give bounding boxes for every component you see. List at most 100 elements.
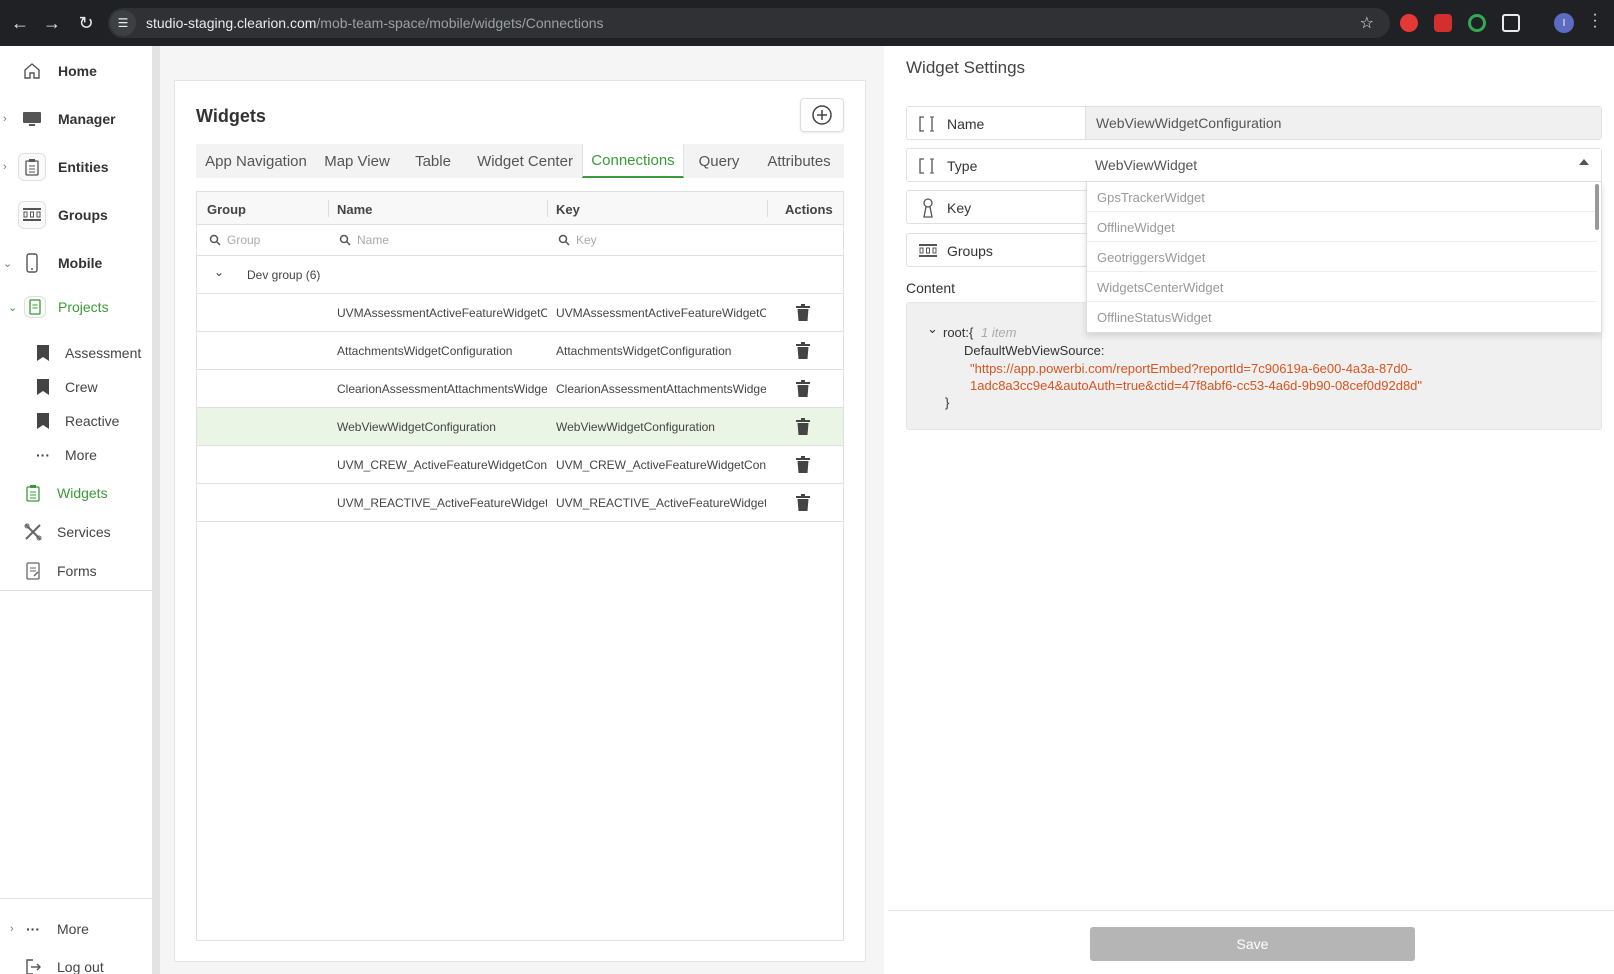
sidebar-divider bbox=[0, 898, 152, 899]
project-item-reactive[interactable]: Reactive bbox=[0, 404, 152, 438]
extension-green-icon[interactable] bbox=[1468, 14, 1486, 32]
extension-calendar-icon[interactable] bbox=[1434, 14, 1452, 32]
name-filter-input[interactable] bbox=[357, 233, 477, 247]
bookmark-star-icon[interactable]: ☆ bbox=[1360, 13, 1374, 33]
reload-icon[interactable]: ↻ bbox=[70, 7, 102, 39]
key-icon bbox=[917, 197, 939, 219]
tab-map-view[interactable]: Map View bbox=[316, 144, 398, 178]
more-dots-icon: ··· bbox=[36, 447, 50, 463]
table-filters bbox=[197, 225, 843, 256]
text-field-icon bbox=[917, 113, 939, 135]
sidebar-item-label: Entities bbox=[58, 159, 109, 175]
chevron-down-icon[interactable]: ⌄ bbox=[3, 257, 12, 270]
project-item-more[interactable]: ··· More bbox=[0, 438, 152, 472]
dropdown-option[interactable]: OfflineWidget bbox=[1087, 212, 1597, 242]
sidebar-item-label: Mobile bbox=[58, 255, 103, 271]
column-header-name[interactable]: Name bbox=[337, 202, 372, 217]
trash-icon[interactable] bbox=[795, 418, 811, 436]
extension-red-icon[interactable] bbox=[1400, 14, 1418, 32]
sidebar-item-groups[interactable]: Groups bbox=[0, 192, 152, 238]
tab-query[interactable]: Query bbox=[684, 144, 754, 178]
chevron-down-icon[interactable]: ⌄ bbox=[214, 265, 224, 279]
chevron-down-icon[interactable]: ⌄ bbox=[927, 321, 938, 337]
type-select-input[interactable] bbox=[1085, 149, 1601, 181]
trash-icon[interactable] bbox=[795, 456, 811, 474]
phone-icon bbox=[18, 249, 46, 277]
sidebar-item-forms[interactable]: Forms bbox=[0, 554, 152, 588]
trash-icon[interactable] bbox=[795, 342, 811, 360]
more-dots-icon: ··· bbox=[26, 921, 40, 937]
dropdown-scrollbar[interactable] bbox=[1595, 184, 1599, 230]
plus-circle-icon bbox=[812, 105, 832, 125]
dropdown-option[interactable]: WidgetsCenterWidget bbox=[1087, 272, 1597, 302]
extensions-puzzle-icon[interactable] bbox=[1502, 14, 1520, 32]
add-widget-button[interactable] bbox=[800, 98, 844, 132]
table-row[interactable]: UVM_CREW_ActiveFeatureWidgetConfiguratio… bbox=[197, 446, 843, 484]
sidebar-item-home[interactable]: Home bbox=[0, 48, 152, 94]
column-header-group[interactable]: Group bbox=[207, 202, 246, 217]
site-settings-icon[interactable]: ☰ bbox=[110, 10, 136, 36]
sidebar-item-label: Forms bbox=[57, 563, 97, 579]
dropdown-option[interactable]: GpsTrackerWidget bbox=[1087, 182, 1597, 212]
forward-icon[interactable]: → bbox=[36, 7, 68, 39]
save-button[interactable]: Save bbox=[1090, 927, 1415, 961]
key-filter-input[interactable] bbox=[576, 233, 696, 247]
json-value-line1[interactable]: "https://app.powerbi.com/reportEmbed?rep… bbox=[970, 361, 1412, 376]
trash-icon[interactable] bbox=[795, 494, 811, 512]
chevron-right-icon[interactable]: › bbox=[10, 923, 14, 935]
back-icon[interactable]: ← bbox=[4, 7, 36, 39]
sidebar-item-entities[interactable]: › Entities bbox=[0, 144, 152, 190]
sidebar-resize-handle[interactable] bbox=[152, 46, 160, 974]
project-item-label: Assessment bbox=[65, 345, 142, 361]
name-filter bbox=[339, 233, 477, 247]
browser-menu-icon[interactable]: · · · bbox=[1590, 7, 1600, 35]
sidebar-item-logout[interactable]: Log out bbox=[0, 950, 152, 974]
sidebar-item-services[interactable]: Services bbox=[0, 515, 152, 549]
json-value-line2[interactable]: 1adc8a3cc9e4&autoAuth=true&ctid=47f8abf6… bbox=[970, 378, 1422, 393]
form-icon bbox=[24, 562, 42, 580]
column-header-key[interactable]: Key bbox=[556, 202, 580, 217]
table-row-selected[interactable]: WebViewWidgetConfiguration WebViewWidget… bbox=[197, 408, 843, 446]
tab-app-navigation[interactable]: App Navigation bbox=[196, 144, 316, 178]
chevron-right-icon[interactable]: › bbox=[3, 113, 7, 125]
table-row[interactable]: ClearionAssessmentAttachmentsWidget Clea… bbox=[197, 370, 843, 408]
table-row[interactable]: UVM_REACTIVE_ActiveFeatureWidgetConfigur… bbox=[197, 484, 843, 522]
json-root: root:{ bbox=[943, 325, 974, 340]
dropdown-option[interactable]: OfflineStatusWidget bbox=[1087, 302, 1597, 332]
caret-up-icon[interactable] bbox=[1579, 159, 1589, 165]
table-header: Group Name Key Actions bbox=[197, 192, 843, 225]
type-label: Type bbox=[947, 158, 978, 174]
clipboard-icon bbox=[18, 153, 46, 181]
table-row[interactable]: UVMAssessmentActiveFeatureWidgetConfigur… bbox=[197, 294, 843, 332]
chevron-right-icon[interactable]: › bbox=[3, 161, 7, 173]
row-key: UVMAssessmentActiveFeatureWidgetConfigur… bbox=[556, 306, 766, 320]
sidebar-item-projects[interactable]: ⌄ Projects bbox=[0, 284, 152, 330]
tab-widget-center[interactable]: Widget Center bbox=[468, 144, 582, 178]
type-dropdown-menu: GpsTrackerWidget OfflineWidget Geotrigge… bbox=[1086, 181, 1602, 333]
sidebar-item-manager[interactable]: › Manager bbox=[0, 96, 152, 142]
url-text[interactable]: studio-staging.clearion.com/mob-team-spa… bbox=[146, 15, 604, 31]
sidebar-item-widgets[interactable]: Widgets bbox=[0, 476, 152, 510]
project-item-crew[interactable]: Crew bbox=[0, 370, 152, 404]
sidebar-item-more[interactable]: › ··· More bbox=[0, 912, 152, 946]
dropdown-option[interactable]: GeotriggersWidget bbox=[1087, 242, 1597, 272]
widgets-table: Group Name Key Actions ⌄ Dev group (6) U… bbox=[196, 191, 844, 941]
tab-table[interactable]: Table bbox=[398, 144, 468, 178]
table-row[interactable]: AttachmentsWidgetConfiguration Attachmen… bbox=[197, 332, 843, 370]
group-row[interactable]: ⌄ Dev group (6) bbox=[197, 256, 843, 294]
address-bar[interactable]: ☰ studio-staging.clearion.com/mob-team-s… bbox=[108, 8, 1390, 38]
sidebar-item-label: Log out bbox=[57, 959, 104, 974]
chevron-down-icon[interactable]: ⌄ bbox=[8, 301, 17, 314]
row-name: WebViewWidgetConfiguration bbox=[337, 420, 496, 434]
sidebar-item-mobile[interactable]: ⌄ Mobile bbox=[0, 240, 152, 286]
profile-avatar[interactable]: I bbox=[1554, 13, 1574, 33]
tab-attributes[interactable]: Attributes bbox=[754, 144, 844, 178]
trash-icon[interactable] bbox=[795, 380, 811, 398]
sidebar-item-label: Manager bbox=[58, 111, 116, 127]
bookmark-icon bbox=[34, 378, 52, 396]
tab-connections[interactable]: Connections bbox=[582, 144, 684, 178]
trash-icon[interactable] bbox=[795, 304, 811, 322]
group-filter-input[interactable] bbox=[227, 233, 347, 247]
row-name: UVMAssessmentActiveFeatureWidgetConfigur… bbox=[337, 306, 547, 320]
project-item-assessment[interactable]: Assessment bbox=[0, 336, 152, 370]
